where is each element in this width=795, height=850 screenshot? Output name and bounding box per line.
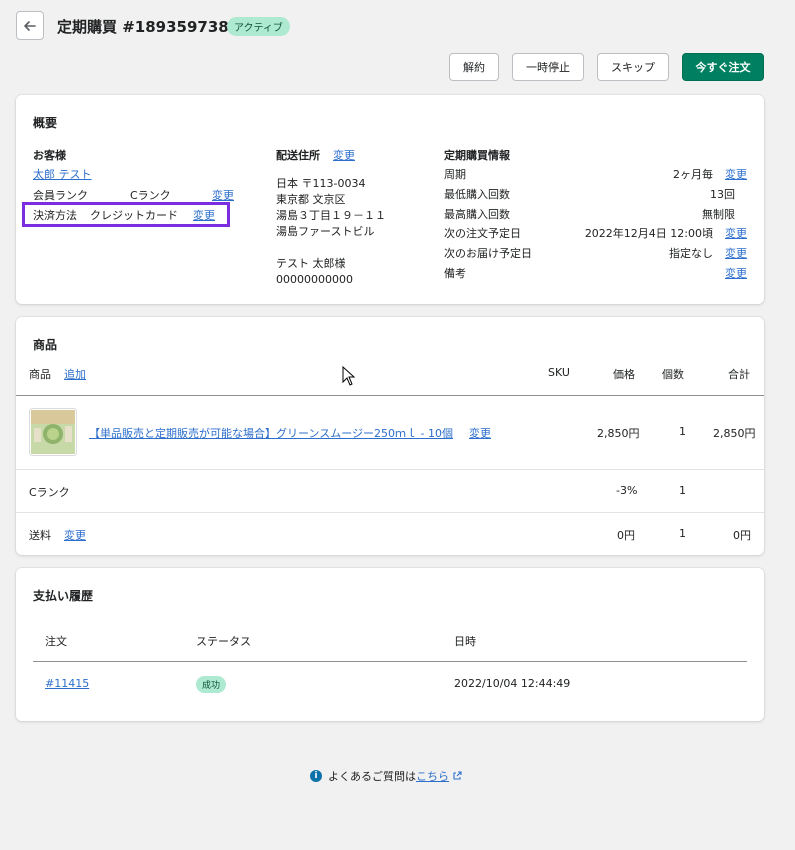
product-name-link[interactable]: 【単品販売と定期販売が可能な場合】グリーンスムージー250ｍｌ - 10個 bbox=[89, 425, 453, 441]
product-image-icon bbox=[31, 410, 75, 454]
pause-button[interactable]: 一時停止 bbox=[512, 53, 584, 81]
address-line-2: 東京都 文京区 bbox=[276, 193, 346, 206]
col-header-qty: 個数 bbox=[662, 368, 684, 381]
recipient-name: テスト 太郎様 bbox=[276, 257, 346, 270]
faq-link[interactable]: こちら bbox=[416, 768, 449, 784]
products-header-divider bbox=[16, 395, 764, 396]
min-purchases-label: 最低購入回数 bbox=[444, 188, 510, 201]
shipping-fee-label: 送料 bbox=[29, 529, 51, 542]
skip-button[interactable]: スキップ bbox=[597, 53, 669, 81]
customer-name-link[interactable]: 太郎 テスト bbox=[33, 166, 92, 182]
page-title: 定期購買 #1893597389 bbox=[57, 18, 240, 36]
next-order-label: 次の注文予定日 bbox=[444, 227, 521, 240]
product-total: 2,850円 bbox=[713, 427, 756, 440]
back-button[interactable] bbox=[16, 11, 44, 40]
address-line-4: 湯島ファーストビル bbox=[276, 225, 375, 238]
shipping-change-link[interactable]: 変更 bbox=[333, 147, 355, 163]
customer-label: お客様 bbox=[33, 149, 66, 162]
product-row-divider bbox=[16, 469, 764, 470]
rank-value: Cランク bbox=[130, 189, 171, 202]
rank-change-link[interactable]: 変更 bbox=[212, 187, 234, 203]
col-header-product: 商品 bbox=[29, 368, 51, 381]
max-purchases-label: 最高購入回数 bbox=[444, 208, 510, 221]
col-header-status: ステータス bbox=[196, 635, 251, 648]
notes-change-link[interactable]: 変更 bbox=[725, 265, 747, 281]
shipping-fee-change-link[interactable]: 変更 bbox=[64, 527, 86, 543]
address-line-1: 日本 〒113-0034 bbox=[276, 177, 366, 190]
product-price: 2,850円 bbox=[597, 427, 640, 440]
cycle-value: 2ヶ月毎 bbox=[673, 168, 713, 181]
info-icon: i bbox=[310, 770, 322, 782]
payment-order-link[interactable]: #11415 bbox=[45, 677, 89, 690]
summary-title: 概要 bbox=[33, 116, 58, 130]
col-header-total: 合計 bbox=[728, 368, 750, 381]
cycle-label: 周期 bbox=[444, 168, 466, 181]
discount-price: -3% bbox=[616, 484, 638, 497]
discount-label: Cランク bbox=[29, 486, 70, 499]
summary-card bbox=[16, 95, 764, 304]
status-badge: アクティブ bbox=[227, 17, 290, 36]
col-header-price: 価格 bbox=[613, 368, 635, 381]
subscription-info-label: 定期購買情報 bbox=[444, 149, 510, 162]
products-title: 商品 bbox=[33, 338, 58, 352]
max-purchases-value: 無制限 bbox=[702, 208, 735, 221]
product-change-link[interactable]: 変更 bbox=[469, 425, 491, 441]
add-product-link[interactable]: 追加 bbox=[64, 366, 86, 382]
shipping-address-label: 配送住所 bbox=[276, 149, 320, 162]
external-link-icon bbox=[453, 771, 462, 780]
payment-header-divider bbox=[33, 661, 747, 662]
discount-row-divider bbox=[16, 512, 764, 513]
next-delivery-value: 指定なし bbox=[669, 247, 713, 260]
next-delivery-change-link[interactable]: 変更 bbox=[725, 245, 747, 261]
next-order-change-link[interactable]: 変更 bbox=[725, 225, 747, 241]
footer-text: よくあるご質問は bbox=[328, 770, 416, 783]
discount-qty: 1 bbox=[679, 484, 686, 497]
product-qty: 1 bbox=[679, 425, 686, 438]
payment-date: 2022/10/04 12:44:49 bbox=[454, 677, 571, 690]
shipping-fee-price: 0円 bbox=[617, 529, 635, 542]
address-line-3: 湯島３丁目１９－１１ bbox=[276, 209, 386, 222]
payment-history-title: 支払い履歴 bbox=[33, 589, 94, 603]
order-now-button[interactable]: 今すぐ注文 bbox=[682, 53, 764, 81]
product-thumbnail bbox=[29, 408, 77, 456]
cancel-subscription-button[interactable]: 解約 bbox=[449, 53, 499, 81]
min-purchases-value: 13回 bbox=[710, 188, 735, 201]
col-header-order: 注文 bbox=[45, 635, 67, 648]
payment-history-card bbox=[16, 568, 764, 721]
arrow-left-icon bbox=[24, 20, 36, 31]
cycle-change-link[interactable]: 変更 bbox=[725, 166, 747, 182]
next-order-value: 2022年12月4日 12:00頃 bbox=[584, 227, 713, 240]
shipping-fee-qty: 1 bbox=[679, 527, 686, 540]
shipping-fee-total: 0円 bbox=[733, 529, 751, 542]
recipient-phone: 00000000000 bbox=[276, 273, 353, 286]
col-header-date: 日時 bbox=[454, 635, 476, 648]
mouse-cursor-icon bbox=[342, 366, 356, 386]
footer-help: i よくあるご質問は こちら bbox=[310, 768, 462, 784]
payment-highlight-box bbox=[22, 202, 230, 227]
payment-status-badge: 成功 bbox=[196, 676, 227, 693]
rank-label: 会員ランク bbox=[33, 189, 88, 202]
notes-label: 備考 bbox=[444, 267, 466, 280]
next-delivery-label: 次のお届け予定日 bbox=[444, 247, 532, 260]
col-header-sku: SKU bbox=[548, 366, 570, 379]
